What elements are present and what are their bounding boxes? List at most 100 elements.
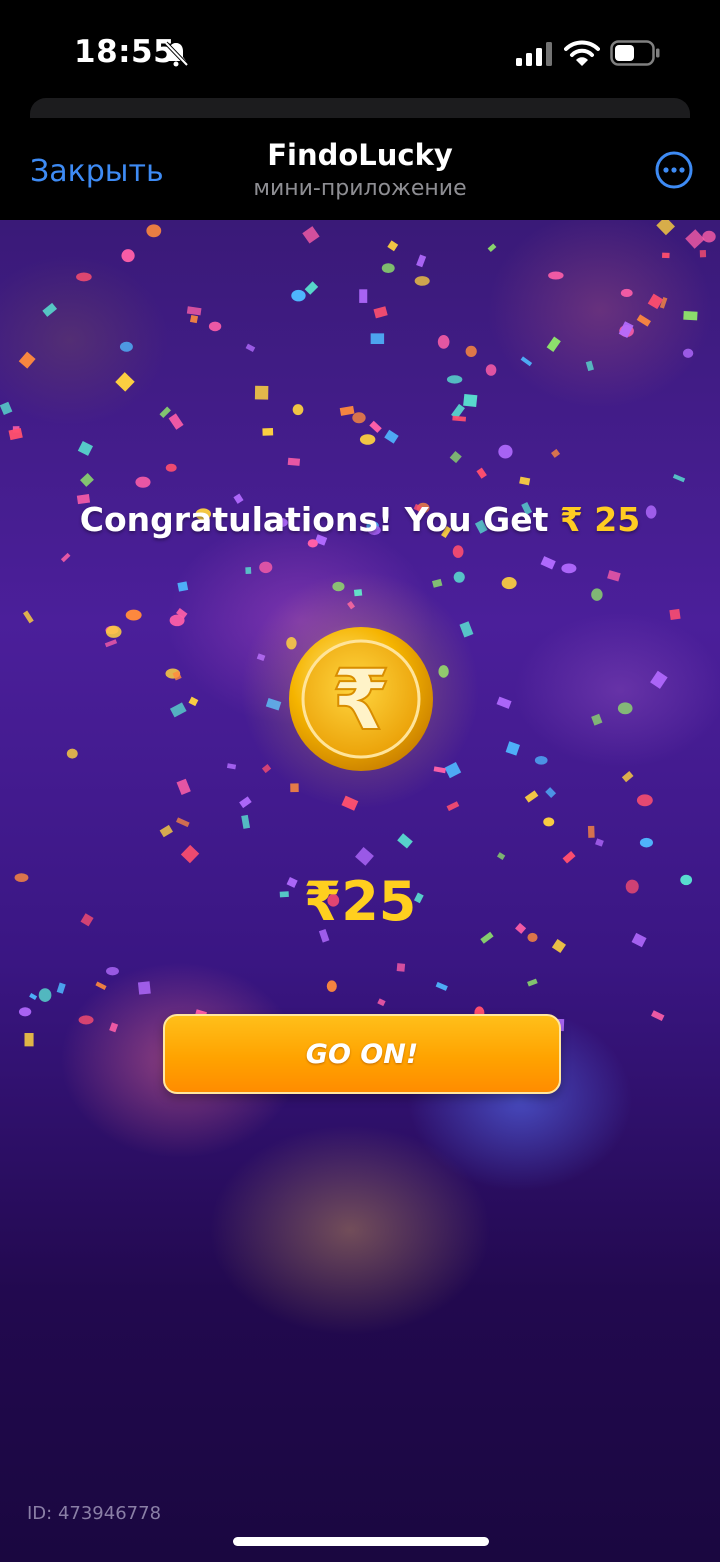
- confetti-piece: [66, 748, 78, 759]
- confetti-piece: [487, 243, 497, 253]
- confetti-piece: [540, 556, 556, 570]
- confetti-piece: [543, 817, 555, 827]
- reward-amount: ₹25: [303, 870, 417, 933]
- confetti-piece: [437, 335, 450, 349]
- confetti-piece: [262, 428, 274, 436]
- confetti-piece: [639, 837, 653, 848]
- confetti-piece: [176, 817, 190, 828]
- wifi-icon: [564, 40, 600, 66]
- confetti-piece: [24, 1033, 34, 1047]
- confetti-piece: [121, 249, 135, 263]
- home-indicator[interactable]: [233, 1537, 489, 1546]
- confetti-piece: [656, 220, 675, 236]
- confetti-piece: [359, 289, 368, 303]
- confetti-piece: [562, 851, 576, 864]
- confetti-piece: [527, 932, 538, 942]
- confetti-piece: [396, 963, 406, 972]
- confetti-piece: [76, 272, 92, 282]
- confetti-piece: [377, 998, 386, 1007]
- confetti-piece: [397, 833, 413, 849]
- confetti-piece: [651, 1010, 665, 1022]
- bell-slash-icon: [164, 41, 189, 67]
- confetti-piece: [476, 467, 487, 479]
- confetti-piece: [18, 1007, 32, 1017]
- svg-text:₹: ₹: [332, 651, 390, 749]
- confetti-piece: [524, 790, 539, 803]
- confetti-piece: [465, 345, 477, 357]
- confetti-piece: [617, 702, 633, 715]
- confetti-piece: [291, 289, 306, 302]
- confetti-piece: [463, 393, 478, 408]
- confetti-piece: [241, 814, 251, 829]
- confetti-piece: [546, 336, 561, 352]
- confetti-piece: [496, 852, 506, 860]
- confetti-piece: [373, 306, 388, 319]
- congrats-amount: ₹ 25: [559, 500, 641, 539]
- confetti-piece: [29, 992, 38, 1001]
- confetti-piece: [176, 778, 191, 795]
- confetti-piece: [254, 385, 269, 400]
- confetti-piece: [669, 608, 681, 620]
- reward-screen: Congratulations! You Get ₹ 25 ₹ ₹25 GO O…: [0, 220, 720, 1562]
- confetti-piece: [498, 444, 513, 459]
- mini-app-header: Закрыть FindoLucky мини-приложение: [0, 118, 720, 220]
- confetti-piece: [672, 473, 686, 483]
- confetti-piece: [169, 702, 187, 718]
- confetti-piece: [370, 333, 385, 345]
- congrats-text: Congratulations! You Get: [79, 500, 549, 539]
- confetti-piece: [109, 1022, 119, 1033]
- go-on-button[interactable]: GO ON!: [163, 1014, 561, 1094]
- confetti-piece: [165, 463, 177, 472]
- status-time: 18:55: [74, 34, 176, 70]
- confetti-piece: [381, 263, 395, 274]
- confetti-piece: [23, 610, 34, 624]
- confetti-piece: [77, 440, 94, 456]
- confetti-piece: [0, 401, 13, 416]
- confetti-piece: [685, 229, 705, 249]
- confetti-piece: [587, 825, 595, 838]
- confetti-piece: [591, 713, 603, 726]
- confetti-piece: [519, 476, 531, 486]
- confetti-piece: [682, 348, 694, 358]
- confetti-piece: [435, 981, 448, 991]
- confetti-piece: [636, 314, 651, 327]
- confetti-piece: [501, 577, 517, 590]
- user-id: ID: 473946778: [27, 1503, 162, 1524]
- confetti-piece: [245, 343, 256, 352]
- confetti-piece: [302, 226, 320, 244]
- confetti-piece: [177, 581, 189, 592]
- confetti-piece: [95, 981, 107, 990]
- confetti-piece: [18, 351, 36, 369]
- confetti-piece: [189, 314, 199, 324]
- signal-icon: [516, 42, 552, 66]
- confetti-piece: [595, 838, 604, 847]
- confetti-piece: [585, 360, 594, 372]
- confetti-piece: [452, 545, 464, 558]
- confetti-piece: [591, 588, 603, 601]
- confetti-piece: [496, 696, 512, 709]
- confetti-piece: [550, 448, 561, 458]
- confetti-piece: [80, 473, 94, 487]
- confetti-piece: [135, 476, 151, 488]
- confetti-piece: [180, 844, 200, 864]
- confetti-piece: [226, 763, 237, 770]
- confetti-piece: [384, 429, 399, 444]
- confetti-piece: [699, 250, 707, 258]
- confetti-piece: [683, 310, 698, 321]
- confetti-piece: [326, 980, 337, 992]
- more-circle-icon[interactable]: [654, 150, 694, 190]
- confetti-piece: [650, 670, 668, 689]
- confetti-piece: [702, 230, 716, 243]
- confetti-piece: [387, 240, 399, 252]
- confetti-piece: [287, 457, 301, 466]
- confetti-piece: [446, 375, 463, 384]
- confetti-piece: [186, 306, 202, 316]
- confetti-piece: [352, 412, 366, 424]
- rupee-coin-icon: ₹: [289, 627, 433, 771]
- confetti-piece: [505, 741, 520, 756]
- confetti-piece: [369, 420, 382, 433]
- confetti-piece: [359, 434, 376, 445]
- confetti-piece: [137, 981, 151, 995]
- confetti-piece: [146, 224, 162, 238]
- confetti-piece: [188, 696, 199, 707]
